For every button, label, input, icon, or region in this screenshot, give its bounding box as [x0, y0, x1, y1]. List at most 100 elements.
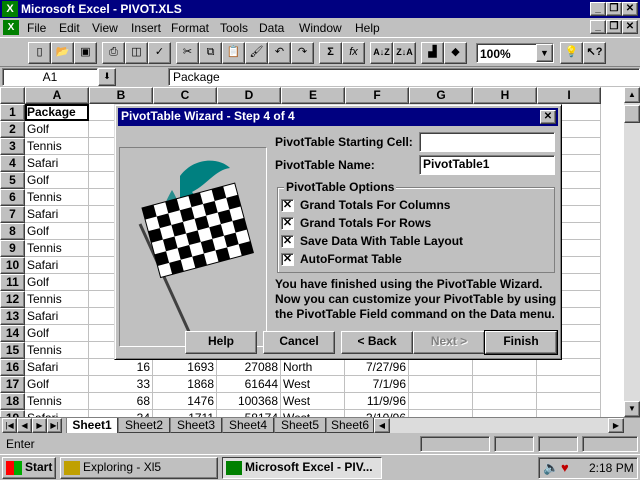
grid-cell[interactable]: Golf [25, 172, 89, 189]
grid-cell[interactable] [473, 393, 537, 410]
grid-cell[interactable] [537, 376, 601, 393]
paste-icon[interactable]: 📋 [222, 42, 245, 64]
restore-button[interactable]: ❐ [606, 2, 622, 16]
menu-window[interactable]: Window [299, 21, 342, 35]
grid-cell[interactable] [537, 410, 601, 417]
row-header[interactable]: 8 [0, 223, 25, 240]
grid-cell[interactable] [473, 359, 537, 376]
new-file-icon[interactable]: ▯ [28, 42, 51, 64]
grid-cell[interactable]: Tennis [25, 342, 89, 359]
grid-cell[interactable]: 11/9/96 [345, 393, 409, 410]
print-icon[interactable]: ⎙ [102, 42, 125, 64]
grid-cell[interactable]: North [281, 359, 345, 376]
open-folder-icon[interactable]: 📂 [51, 42, 74, 64]
menu-view[interactable]: View [92, 21, 118, 35]
row-header[interactable]: 13 [0, 308, 25, 325]
row-header[interactable]: 2 [0, 121, 25, 138]
dialog-titlebar[interactable]: PivotTable Wizard - Step 4 of 4 ✕ [118, 108, 558, 126]
checkbox[interactable]: ✕ [281, 235, 294, 248]
drawing-icon[interactable]: ◆ [444, 42, 467, 64]
grid-cell[interactable]: Safari [25, 257, 89, 274]
menu-help[interactable]: Help [355, 21, 380, 35]
first-sheet-icon[interactable]: |◀ [2, 418, 17, 433]
grid-cell[interactable]: Tennis [25, 291, 89, 308]
scroll-right-icon[interactable]: ▶ [608, 418, 624, 433]
chevron-down-icon[interactable]: ▼ [536, 44, 553, 62]
close-window-button[interactable]: ✕ [622, 2, 638, 16]
doc-restore-button[interactable]: ❐ [606, 20, 622, 34]
select-all-corner[interactable] [0, 87, 25, 104]
next-sheet-icon[interactable]: ▶ [32, 418, 47, 433]
grid-cell[interactable]: 1868 [153, 376, 217, 393]
row-header[interactable]: 11 [0, 274, 25, 291]
chart-wizard-icon[interactable]: ▟ [421, 42, 444, 64]
grid-cell[interactable]: Safari [25, 206, 89, 223]
tab-sheet5[interactable]: Sheet5 [274, 418, 326, 433]
row-header[interactable]: 14 [0, 325, 25, 342]
column-header-d[interactable]: D [217, 87, 281, 104]
redo-icon[interactable]: ↷ [291, 42, 314, 64]
row-header[interactable]: 15 [0, 342, 25, 359]
cancel-button[interactable]: Cancel [263, 331, 335, 354]
cut-icon[interactable]: ✂ [176, 42, 199, 64]
grid-cell[interactable]: 16 [89, 359, 153, 376]
grid-cell[interactable] [473, 376, 537, 393]
menu-edit[interactable]: Edit [59, 21, 80, 35]
grid-cell[interactable]: Golf [25, 376, 89, 393]
undo-icon[interactable]: ↶ [268, 42, 291, 64]
column-header-i[interactable]: I [537, 87, 601, 104]
close-icon[interactable]: ✕ [540, 110, 556, 124]
menu-data[interactable]: Data [259, 21, 284, 35]
row-header[interactable]: 10 [0, 257, 25, 274]
clock[interactable]: 2:18 PM [589, 461, 634, 475]
menu-file[interactable]: File [27, 21, 46, 35]
grid-cell[interactable]: 1693 [153, 359, 217, 376]
grid-cell[interactable]: Golf [25, 223, 89, 240]
finish-button[interactable]: Finish [484, 330, 558, 355]
grid-cell[interactable]: 58174 [217, 410, 281, 417]
grid-cell[interactable]: 3/10/96 [345, 410, 409, 417]
spelling-icon[interactable]: ✓ [148, 42, 171, 64]
vertical-scrollbar[interactable]: ▲ ▼ [624, 87, 640, 417]
horizontal-scrollbar[interactable]: ◀ ▶ [374, 418, 624, 433]
tab-sheet1[interactable]: Sheet1 [66, 418, 118, 433]
grid-cell[interactable]: 68 [89, 393, 153, 410]
column-header-g[interactable]: G [409, 87, 473, 104]
back-button[interactable]: < Back [341, 331, 413, 354]
grid-cell[interactable]: Safari [25, 308, 89, 325]
row-header[interactable]: 16 [0, 359, 25, 376]
window-titlebar[interactable]: X Microsoft Excel - PIVOT.XLS _ ❐ ✕ [0, 0, 640, 18]
tab-sheet6[interactable]: Sheet6 [326, 418, 374, 433]
grid-cell[interactable]: Golf [25, 121, 89, 138]
grid-cell[interactable]: Golf [25, 325, 89, 342]
row-header[interactable]: 9 [0, 240, 25, 257]
scroll-left-icon[interactable]: ◀ [374, 418, 390, 433]
column-header-f[interactable]: F [345, 87, 409, 104]
grid-cell[interactable]: 27088 [217, 359, 281, 376]
taskbar-item-excel[interactable]: Microsoft Excel - PIV... [222, 457, 382, 479]
grid-cell[interactable]: Package [25, 104, 89, 121]
taskbar-item-exploring[interactable]: Exploring - Xl5 [60, 457, 218, 479]
chevron-down-icon[interactable]: ⬇ [98, 68, 116, 86]
column-header-h[interactable]: H [473, 87, 537, 104]
row-header[interactable]: 1 [0, 104, 25, 121]
grid-cell[interactable]: 7/27/96 [345, 359, 409, 376]
grid-cell[interactable]: Tennis [25, 189, 89, 206]
column-header-c[interactable]: C [153, 87, 217, 104]
row-header[interactable]: 7 [0, 206, 25, 223]
grid-cell[interactable]: 7/1/96 [345, 376, 409, 393]
grid-cell[interactable] [537, 359, 601, 376]
tab-sheet2[interactable]: Sheet2 [118, 418, 170, 433]
tipwizard-lightbulb-icon[interactable]: 💡 [560, 42, 583, 64]
menu-format[interactable]: Format [171, 21, 209, 35]
column-header-e[interactable]: E [281, 87, 345, 104]
grid-cell[interactable]: Tennis [25, 240, 89, 257]
grid-cell[interactable] [409, 359, 473, 376]
print-preview-icon[interactable]: ◫ [125, 42, 148, 64]
checkbox[interactable]: ✕ [281, 217, 294, 230]
row-header[interactable]: 3 [0, 138, 25, 155]
copy-icon[interactable]: ⧉ [199, 42, 222, 64]
grid-cell[interactable]: West [281, 393, 345, 410]
grid-cell[interactable]: 1711 [153, 410, 217, 417]
shield-icon[interactable]: ♥ [561, 460, 569, 475]
